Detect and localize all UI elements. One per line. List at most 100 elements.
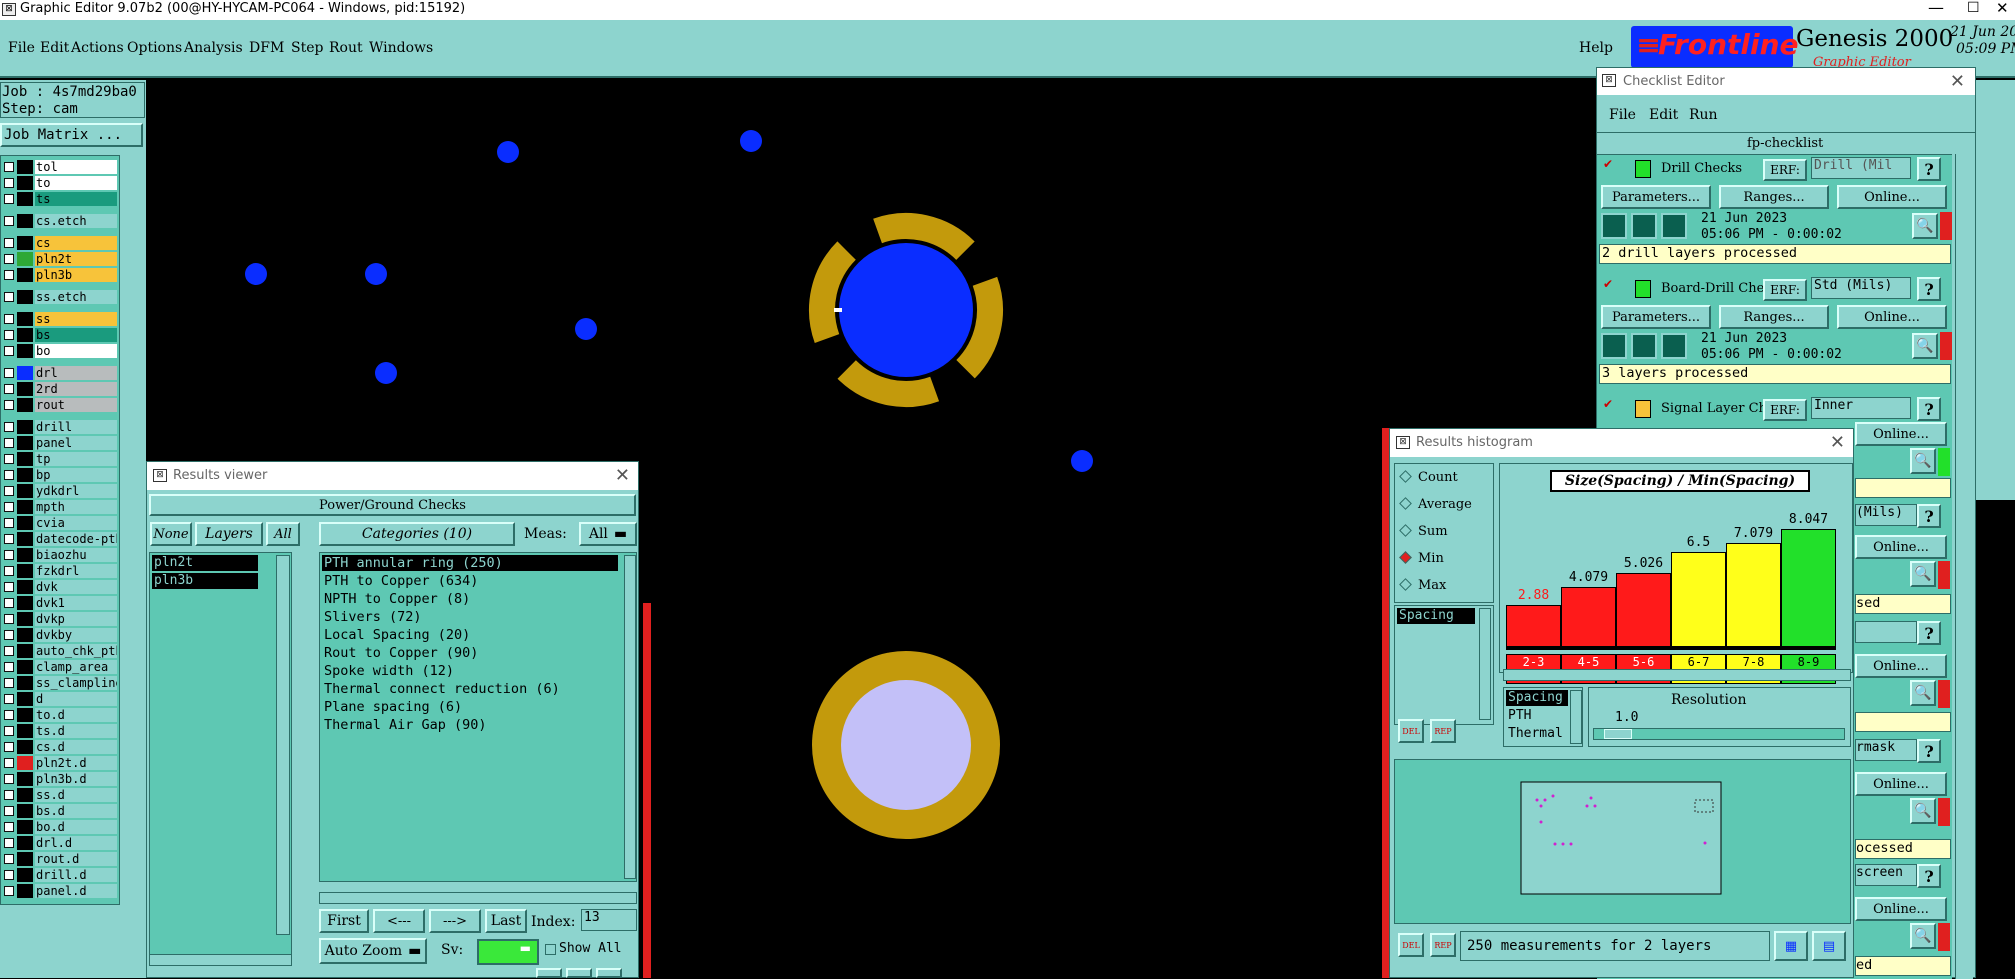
layer-checkbox[interactable] — [4, 422, 14, 432]
checkbox-icon[interactable]: ✔ — [1603, 397, 1613, 411]
index-field[interactable]: 13 — [581, 909, 637, 931]
mini-button[interactable] — [566, 968, 592, 978]
layer-name[interactable]: rout — [35, 398, 117, 412]
layer-checkbox[interactable] — [4, 470, 14, 480]
zoom-icon[interactable]: 🔍 — [1912, 333, 1938, 359]
layer-checkbox[interactable] — [4, 502, 14, 512]
histogram-hscrollbar[interactable] — [1503, 669, 1851, 681]
menu-step[interactable]: Step — [291, 40, 323, 56]
layer-row[interactable]: panel — [1, 435, 119, 451]
layer-name[interactable]: datecode-pth — [35, 532, 117, 546]
layer-checkbox[interactable] — [4, 194, 14, 204]
layer-checkbox[interactable] — [4, 314, 14, 324]
layer-checkbox[interactable] — [4, 178, 14, 188]
menu-file[interactable]: File — [8, 40, 35, 56]
measure-list-item[interactable]: Spacing — [1397, 608, 1475, 624]
layer-row[interactable]: fzkdrl — [1, 563, 119, 579]
layer-row[interactable]: d — [1, 691, 119, 707]
layer-name[interactable]: cvia — [35, 516, 117, 530]
layer-color-swatch[interactable] — [17, 452, 33, 466]
layer-name[interactable]: tol — [35, 160, 117, 174]
layer-name[interactable]: cs — [35, 236, 117, 250]
mode-radio-average[interactable]: Average — [1399, 497, 1472, 512]
layer-color-swatch[interactable] — [17, 366, 33, 380]
layer-color-swatch[interactable] — [17, 564, 33, 578]
menu-edit[interactable]: Edit — [40, 40, 69, 56]
layer-checkbox[interactable] — [4, 598, 14, 608]
layer-name[interactable]: to — [35, 176, 117, 190]
layer-name[interactable]: ss_clampline — [35, 676, 117, 690]
auto-zoom-button[interactable]: Auto Zoom ▬ — [319, 938, 427, 964]
layer-row[interactable]: ts — [1, 191, 119, 207]
layer-checkbox[interactable] — [4, 630, 14, 640]
prev-button[interactable]: <--- — [373, 909, 425, 933]
layer-color-swatch[interactable] — [17, 192, 33, 206]
layer-color-swatch[interactable] — [17, 884, 33, 898]
close-icon[interactable]: ✕ — [1996, 0, 2009, 17]
checklist-menu-file[interactable]: File — [1609, 107, 1636, 123]
layer-color-swatch[interactable] — [17, 628, 33, 642]
layer-checkbox[interactable] — [4, 518, 14, 528]
measure-list-scrollbar[interactable] — [1479, 608, 1491, 720]
layer-color-swatch[interactable] — [17, 268, 33, 282]
online-button[interactable]: Online... — [1855, 535, 1947, 559]
histogram-bar[interactable] — [1726, 543, 1781, 647]
help-icon[interactable]: ? — [1917, 864, 1941, 888]
stop-icon[interactable] — [1661, 333, 1687, 359]
layer-color-swatch[interactable] — [17, 398, 33, 412]
layer-color-swatch[interactable] — [17, 676, 33, 690]
layer-color-swatch[interactable] — [17, 612, 33, 626]
online-button[interactable]: Online... — [1837, 185, 1947, 209]
layer-color-swatch[interactable] — [17, 852, 33, 866]
layer-color-swatch[interactable] — [17, 580, 33, 594]
layer-checkbox[interactable] — [4, 662, 14, 672]
layer-row[interactable]: drill — [1, 419, 119, 435]
layer-name[interactable]: d — [35, 692, 117, 706]
category-item[interactable]: Thermal Air Gap (90) — [324, 717, 487, 733]
category-item[interactable]: PTH to Copper (634) — [324, 573, 478, 589]
layer-checkbox[interactable] — [4, 162, 14, 172]
layer-row[interactable]: rout — [1, 397, 119, 413]
layer-row[interactable]: cs.etch — [1, 213, 119, 229]
close-icon[interactable]: ✕ — [615, 465, 630, 486]
parameters-button[interactable]: Parameters... — [1601, 185, 1711, 209]
category-item[interactable]: Rout to Copper (90) — [324, 645, 478, 661]
online-button[interactable]: Online... — [1855, 654, 1947, 678]
layer-name[interactable]: ts.d — [35, 724, 117, 738]
layer-checkbox[interactable] — [4, 534, 14, 544]
mini-button[interactable] — [596, 968, 622, 978]
mode-radio-min[interactable]: Min — [1399, 551, 1444, 566]
layer-color-swatch[interactable] — [17, 692, 33, 706]
layer-row[interactable]: cvia — [1, 515, 119, 531]
layer-name[interactable]: pln3b.d — [35, 772, 117, 786]
menu-help[interactable]: Help — [1579, 40, 1613, 56]
zoom-icon[interactable]: 🔍 — [1910, 561, 1936, 587]
layer-name[interactable]: bp — [35, 468, 117, 482]
category-item[interactable]: Plane spacing (6) — [324, 699, 462, 715]
layer-name[interactable]: cs.d — [35, 740, 117, 754]
category-list[interactable]: PTH annular ring (250) PTH to Copper (634… — [319, 552, 637, 882]
help-icon[interactable]: ? — [1917, 621, 1941, 645]
online-button[interactable]: Online... — [1855, 422, 1947, 446]
layer-name[interactable]: ss.d — [35, 788, 117, 802]
zoom-icon[interactable]: 🔍 — [1910, 923, 1936, 949]
layer-name[interactable]: bs.d — [35, 804, 117, 818]
res-list-scrollbar[interactable] — [1570, 690, 1582, 744]
layer-row[interactable]: pln2t.d — [1, 755, 119, 771]
layer-row[interactable]: datecode-pth — [1, 531, 119, 547]
categories-button[interactable]: Categories (10) — [319, 522, 515, 546]
layer-result-item[interactable]: pln2t — [152, 555, 258, 571]
layer-row[interactable]: panel.d — [1, 883, 119, 899]
layer-row[interactable]: biaozhu — [1, 547, 119, 563]
layer-color-swatch[interactable] — [17, 484, 33, 498]
layer-color-swatch[interactable] — [17, 788, 33, 802]
help-icon[interactable]: ? — [1917, 504, 1941, 528]
layer-color-swatch[interactable] — [17, 756, 33, 770]
category-item[interactable]: Local Spacing (20) — [324, 627, 470, 643]
layer-color-swatch[interactable] — [17, 236, 33, 250]
layer-row[interactable]: pln3b.d — [1, 771, 119, 787]
layer-checkbox[interactable] — [4, 758, 14, 768]
menu-rout[interactable]: Rout — [329, 40, 363, 56]
mini-button[interactable] — [536, 968, 562, 978]
layer-row[interactable]: bo.d — [1, 819, 119, 835]
